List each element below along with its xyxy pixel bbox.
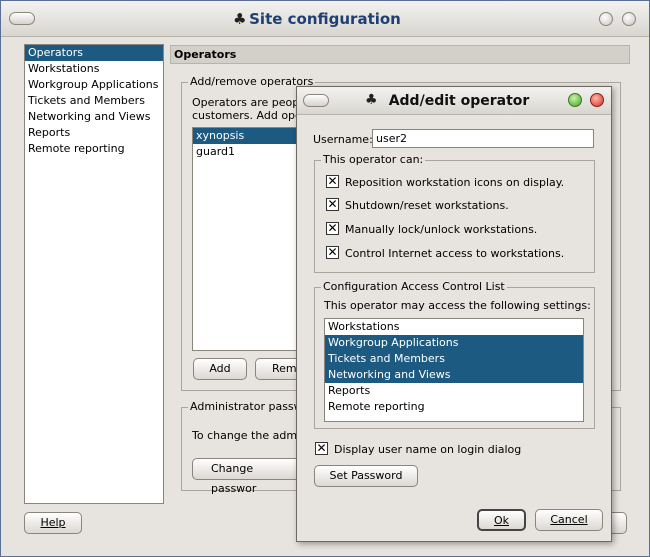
internet-access-checkbox[interactable]: ✕ — [326, 246, 339, 259]
sidebar-item-networking-and-views[interactable]: Networking and Views — [25, 109, 163, 125]
add-edit-operator-dialog: ♣ Add/edit operator Username: user2 This… — [296, 86, 612, 542]
reposition-icons-checkbox[interactable]: ✕ — [326, 175, 339, 188]
sidebar-item-remote-reporting[interactable]: Remote reporting — [25, 141, 163, 157]
acl-item-remote-reporting[interactable]: Remote reporting — [325, 399, 583, 415]
maximize-icon[interactable] — [622, 12, 636, 26]
display-name-label: Display user name on login dialog — [334, 443, 522, 456]
sidebar-item-tickets-and-members[interactable]: Tickets and Members — [25, 93, 163, 109]
lock-unlock-label: Manually lock/unlock workstations. — [345, 223, 538, 236]
cancel-button[interactable]: Cancel — [535, 509, 603, 531]
sidebar-item-reports[interactable]: Reports — [25, 125, 163, 141]
acl-item-workstations[interactable]: Workstations — [325, 319, 583, 335]
ok-button[interactable]: Ok — [477, 509, 526, 531]
sidebar-item-operators[interactable]: Operators — [25, 45, 163, 61]
acl-description: This operator may access the following s… — [324, 299, 591, 312]
lock-unlock-checkbox[interactable]: ✕ — [326, 222, 339, 235]
acl-group-title: Configuration Access Control List — [321, 280, 507, 293]
admin-description: To change the admini — [192, 429, 311, 442]
change-password-button[interactable]: Change passwor — [192, 458, 301, 495]
reposition-icons-label: Reposition workstation icons on display. — [345, 176, 565, 189]
sidebar-item-workstations[interactable]: Workstations — [25, 61, 163, 77]
list-item-operator[interactable]: guard1 — [193, 144, 299, 160]
main-titlebar[interactable]: ♣ Site configuration — [1, 1, 649, 37]
minimize-icon[interactable] — [599, 12, 613, 26]
settings-sidebar: Operators Workstations Workgroup Applica… — [24, 44, 164, 504]
acl-item-workgroup-applications[interactable]: Workgroup Applications — [325, 335, 583, 351]
ok-button-label: Ok — [493, 514, 510, 527]
username-label: Username: — [313, 133, 373, 146]
main-window-title: Site configuration — [249, 10, 401, 28]
dialog-titlebar[interactable]: ♣ Add/edit operator — [297, 87, 611, 115]
help-button[interactable]: Help — [24, 512, 82, 534]
acl-settings-list: Workstations Workgroup Applications Tick… — [324, 318, 584, 422]
set-password-button[interactable]: Set Password — [314, 465, 418, 487]
sidebar-item-workgroup-applications[interactable]: Workgroup Applications — [25, 77, 163, 93]
operators-description-line1: Operators are people — [192, 96, 310, 109]
help-button-label: Help — [40, 516, 66, 529]
acl-item-reports[interactable]: Reports — [325, 383, 583, 399]
dialog-title: Add/edit operator — [388, 93, 530, 109]
section-header: Operators — [170, 45, 630, 64]
username-input[interactable]: user2 — [372, 129, 594, 148]
cancel-button-label: Cancel — [550, 513, 588, 526]
remove-operator-button[interactable]: Rem — [255, 358, 301, 380]
shutdown-reset-label: Shutdown/reset workstations. — [345, 199, 509, 212]
maximize-icon[interactable] — [568, 93, 582, 107]
administrator-password-title: Administrator passw — [188, 400, 305, 413]
operators-list: xynopsis guard1 — [192, 127, 300, 351]
close-icon[interactable] — [590, 93, 604, 107]
add-operator-button[interactable]: Add — [193, 358, 247, 380]
acl-item-networking-and-views[interactable]: Networking and Views — [325, 367, 583, 383]
internet-access-label: Control Internet access to workstations. — [345, 247, 565, 260]
operators-description-line2: customers. Add oper — [192, 109, 307, 122]
list-item-operator[interactable]: xynopsis — [193, 128, 299, 144]
permissions-group-title: This operator can: — [321, 153, 426, 166]
display-name-checkbox[interactable]: ✕ — [315, 442, 328, 455]
shutdown-reset-checkbox[interactable]: ✕ — [326, 198, 339, 211]
acl-item-tickets-and-members[interactable]: Tickets and Members — [325, 351, 583, 367]
